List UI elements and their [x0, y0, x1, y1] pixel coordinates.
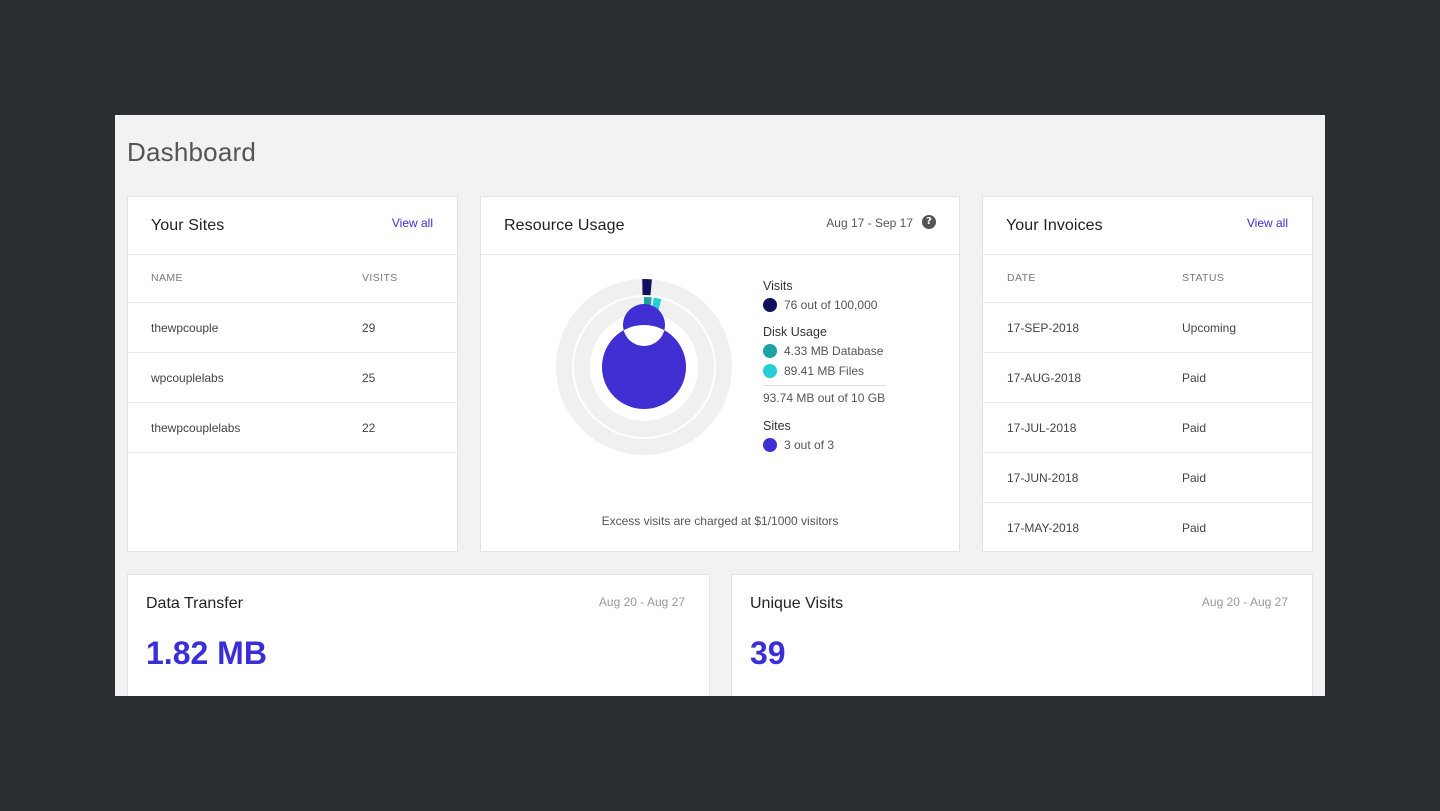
visits-arc [642, 279, 652, 296]
sites-card: Your Sites View all NAME VISITS thewpcou… [127, 196, 458, 552]
disk-total: 93.74 MB out of 10 GB [763, 385, 886, 405]
sites-value: 3 out of 3 [784, 438, 835, 452]
site-visits: 25 [362, 371, 376, 385]
invoices-card-header: Your Invoices View all [983, 197, 1312, 255]
column-header-status[interactable]: STATUS [1182, 272, 1224, 284]
invoice-status: Upcoming [1182, 321, 1237, 335]
invoices-view-all-link[interactable]: View all [1247, 216, 1288, 230]
invoice-date: 17-JUL-2018 [1007, 421, 1077, 435]
invoice-date: 17-SEP-2018 [1007, 321, 1080, 335]
database-value: 4.33 MB Database [784, 344, 884, 358]
table-row[interactable]: 17-MAY-2018 Paid [983, 503, 1312, 553]
question-circle-icon[interactable]: ? [922, 215, 936, 229]
resource-usage-card: Resource Usage Aug 17 - Sep 17 ? Visits … [480, 196, 960, 552]
data-transfer-value: 1.82 MB [146, 635, 267, 671]
files-dot-icon [763, 364, 777, 378]
invoice-status: Paid [1182, 471, 1207, 485]
unique-visits-date-range: Aug 20 - Aug 27 [1201, 595, 1288, 609]
table-row[interactable]: thewpcouplelabs 22 [128, 403, 457, 453]
legend-sites-title: Sites [763, 419, 791, 433]
legend-visits-title: Visits [763, 279, 793, 293]
resource-card-header: Resource Usage Aug 17 - Sep 17 ? [481, 197, 959, 255]
unique-visits-card: Unique Visits Aug 20 - Aug 27 39 [731, 574, 1313, 696]
visits-dot-icon [763, 298, 777, 312]
invoices-card: Your Invoices View all DATE STATUS 17-SE… [982, 196, 1313, 552]
site-name[interactable]: thewpcouplelabs [151, 421, 240, 435]
database-dot-icon [763, 344, 777, 358]
invoice-date: 17-MAY-2018 [1007, 521, 1080, 535]
data-transfer-card: Data Transfer Aug 20 - Aug 27 1.82 MB [127, 574, 710, 696]
table-row[interactable]: 17-JUN-2018 Paid [983, 453, 1312, 503]
resource-card-title: Resource Usage [504, 217, 625, 234]
table-row[interactable]: thewpcouple 29 [128, 303, 457, 353]
table-row[interactable]: 17-SEP-2018 Upcoming [983, 303, 1312, 353]
excess-visits-note: Excess visits are charged at $1/1000 vis… [601, 514, 839, 528]
sites-card-header: Your Sites View all [128, 197, 457, 255]
invoice-date: 17-JUN-2018 [1007, 471, 1079, 485]
site-visits: 22 [362, 421, 376, 435]
site-name[interactable]: wpcouplelabs [151, 371, 224, 385]
table-row[interactable]: 17-AUG-2018 Paid [983, 353, 1312, 403]
resource-date-range: Aug 17 - Sep 17 [826, 216, 913, 230]
legend-item-visits: 76 out of 100,000 [763, 297, 886, 317]
sites-view-all-link[interactable]: View all [392, 216, 433, 230]
column-header-name[interactable]: NAME [151, 272, 183, 284]
resource-usage-donut [556, 279, 732, 455]
page-title: Dashboard [127, 137, 256, 167]
files-value: 89.41 MB Files [784, 364, 865, 378]
invoice-date: 17-AUG-2018 [1007, 371, 1082, 385]
column-header-date[interactable]: DATE [1007, 272, 1036, 284]
visits-value: 76 out of 100,000 [784, 298, 878, 312]
sites-card-title: Your Sites [151, 217, 225, 234]
site-name[interactable]: thewpcouple [151, 321, 218, 335]
resource-legend: Visits 76 out of 100,000 Disk Usage 4.33… [763, 279, 886, 465]
sites-dot-icon [763, 438, 777, 452]
legend-disk-title: Disk Usage [763, 325, 827, 339]
legend-item-database: 4.33 MB Database [763, 343, 886, 363]
table-row[interactable]: wpcouplelabs 25 [128, 353, 457, 403]
legend-sites: Sites 3 out of 3 [763, 419, 886, 457]
table-row[interactable]: 17-JUL-2018 Paid [983, 403, 1312, 453]
dashboard-frame: Dashboard Your Sites View all NAME VISIT… [115, 115, 1325, 696]
invoice-status: Paid [1182, 421, 1207, 435]
sites-table-header: NAME VISITS [128, 255, 457, 303]
legend-item-sites: 3 out of 3 [763, 437, 886, 457]
unique-visits-title: Unique Visits [750, 595, 844, 612]
data-transfer-title: Data Transfer [146, 595, 243, 612]
legend-item-files: 89.41 MB Files [763, 363, 886, 383]
data-transfer-date-range: Aug 20 - Aug 27 [598, 595, 685, 609]
invoices-card-title: Your Invoices [1006, 217, 1103, 234]
invoice-status: Paid [1182, 371, 1207, 385]
site-visits: 29 [362, 321, 376, 335]
unique-visits-value: 39 [750, 635, 786, 671]
column-header-visits[interactable]: VISITS [362, 272, 398, 284]
invoices-table-header: DATE STATUS [983, 255, 1312, 303]
legend-disk: Disk Usage 4.33 MB Database 89.41 MB Fil… [763, 325, 886, 405]
invoice-status: Paid [1182, 521, 1207, 535]
legend-visits: Visits 76 out of 100,000 [763, 279, 886, 317]
